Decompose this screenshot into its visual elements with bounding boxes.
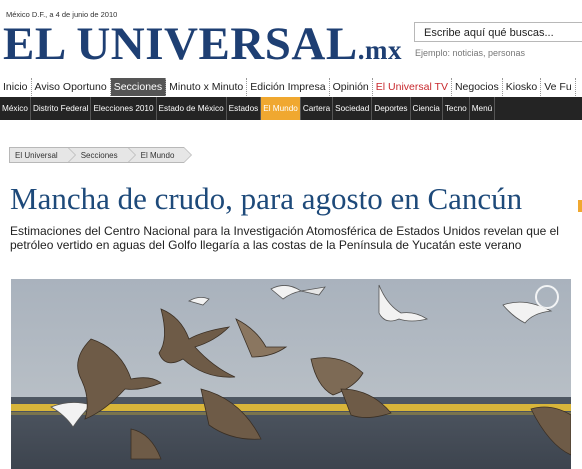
nav-item-inicio[interactable]: Inicio — [0, 78, 32, 96]
section-item-deportes[interactable]: Deportes — [372, 97, 411, 120]
search-input[interactable]: Escribe aquí qué buscas... — [414, 22, 582, 42]
site-logo[interactable]: EL UNIVERSAL.mx — [3, 14, 402, 80]
nav-item-kiosko[interactable]: Kiosko — [503, 78, 542, 96]
section-item-elecciones-2010[interactable]: Elecciones 2010 — [91, 97, 157, 120]
logo-main: EL UNIVERSAL — [3, 18, 358, 70]
nav-item-negocios[interactable]: Negocios — [452, 78, 503, 96]
section-item-estado-de-m-xico[interactable]: Estado de México — [157, 97, 227, 120]
article-photo[interactable] — [11, 279, 571, 469]
section-item-ciencia[interactable]: Ciencia — [411, 97, 443, 120]
nav-item-minuto-x-minuto[interactable]: Minuto x Minuto — [166, 78, 248, 96]
breadcrumb: El Universal Secciones El Mundo — [9, 147, 193, 163]
gallery-icon[interactable] — [535, 285, 559, 309]
nav-item-opini-n[interactable]: Opinión — [330, 78, 373, 96]
nav-item-secciones[interactable]: Secciones — [110, 78, 167, 96]
section-item-men-[interactable]: Menú — [470, 97, 496, 120]
nav-item-edici-n-impresa[interactable]: Edición Impresa — [247, 78, 330, 96]
breadcrumb-item[interactable]: El Universal — [9, 147, 76, 163]
section-nav: México Distrito Federal Elecciones 2010 Est… — [0, 97, 582, 120]
section-item-distrito-federal[interactable]: Distrito Federal — [31, 97, 92, 120]
section-item-sociedad[interactable]: Sociedad — [333, 97, 373, 120]
nav-item-el-universal-tv[interactable]: El Universal TV — [373, 78, 452, 96]
search-hint: Ejemplo: noticias, personas — [415, 48, 526, 58]
sidebar-accent — [578, 200, 582, 212]
section-item-tecno[interactable]: Tecno — [443, 97, 470, 120]
section-item-m-xico[interactable]: México — [0, 97, 31, 120]
nav-item-ve-fu[interactable]: Ve Fu — [541, 78, 576, 96]
article-headline: Mancha de crudo, para agosto en Cancún — [10, 181, 523, 216]
section-item-el-mundo[interactable]: El Mundo — [261, 97, 301, 120]
breadcrumb-item[interactable]: Secciones — [67, 147, 136, 163]
breadcrumb-item[interactable]: El Mundo — [127, 147, 193, 163]
pelicans-photo — [11, 279, 571, 469]
logo-suffix: .mx — [357, 35, 402, 65]
section-item-cartera[interactable]: Cartera — [301, 97, 334, 120]
nav-item-aviso-oportuno[interactable]: Aviso Oportuno — [32, 78, 111, 96]
primary-nav: Inicio Aviso Oportuno Secciones Minuto x Mi… — [0, 78, 582, 96]
article-summary: Estimaciones del Centro Nacional para la… — [10, 224, 559, 252]
section-item-estados[interactable]: Estados — [227, 97, 262, 120]
